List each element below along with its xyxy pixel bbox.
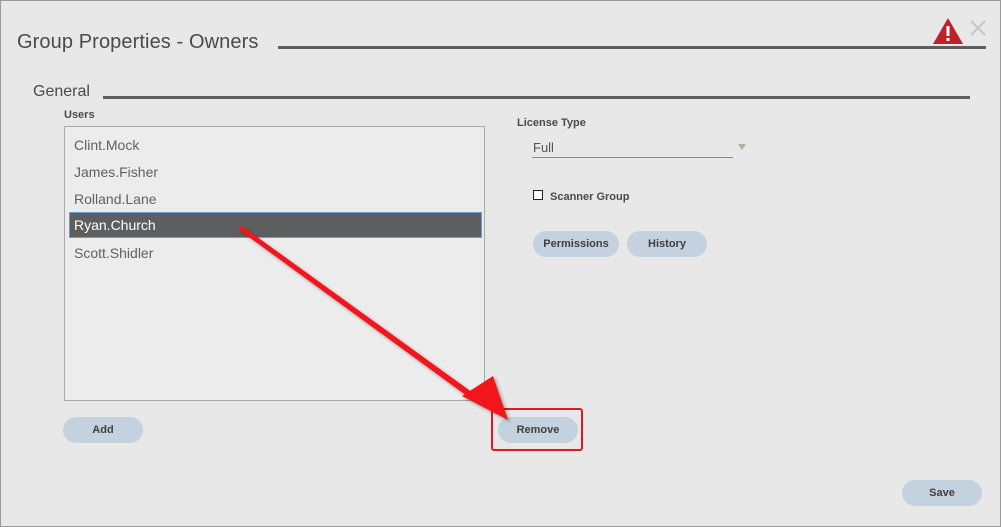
users-label: Users: [64, 109, 95, 121]
add-button[interactable]: Add: [63, 417, 143, 443]
section-divider: [103, 96, 970, 99]
license-type-value: Full: [533, 140, 554, 155]
list-item[interactable]: Scott.Shidler: [69, 240, 482, 266]
title-divider: [278, 46, 986, 49]
license-type-label: License Type: [517, 117, 586, 129]
select-underline: [532, 157, 733, 158]
save-button[interactable]: Save: [902, 480, 982, 506]
list-item[interactable]: James.Fisher: [69, 159, 482, 185]
warning-triangle-icon[interactable]: [932, 17, 964, 45]
chevron-down-icon[interactable]: [738, 144, 746, 150]
scanner-group-checkbox[interactable]: [533, 190, 543, 200]
list-item-selected[interactable]: Ryan.Church: [69, 212, 482, 238]
group-properties-dialog: Group Properties - Owners General Users …: [0, 0, 1001, 527]
close-icon[interactable]: [968, 18, 988, 38]
dialog-title: Group Properties - Owners: [17, 31, 259, 53]
history-button[interactable]: History: [627, 231, 707, 257]
users-list[interactable]: Clint.Mock James.Fisher Rolland.Lane Rya…: [64, 126, 485, 401]
license-type-select[interactable]: Full: [532, 139, 748, 159]
annotation-highlight-box: [491, 408, 583, 451]
list-item[interactable]: Rolland.Lane: [69, 186, 482, 212]
list-item[interactable]: Clint.Mock: [69, 132, 482, 158]
permissions-button[interactable]: Permissions: [533, 231, 619, 257]
section-title-general: General: [33, 83, 90, 100]
scanner-group-label: Scanner Group: [550, 191, 630, 203]
